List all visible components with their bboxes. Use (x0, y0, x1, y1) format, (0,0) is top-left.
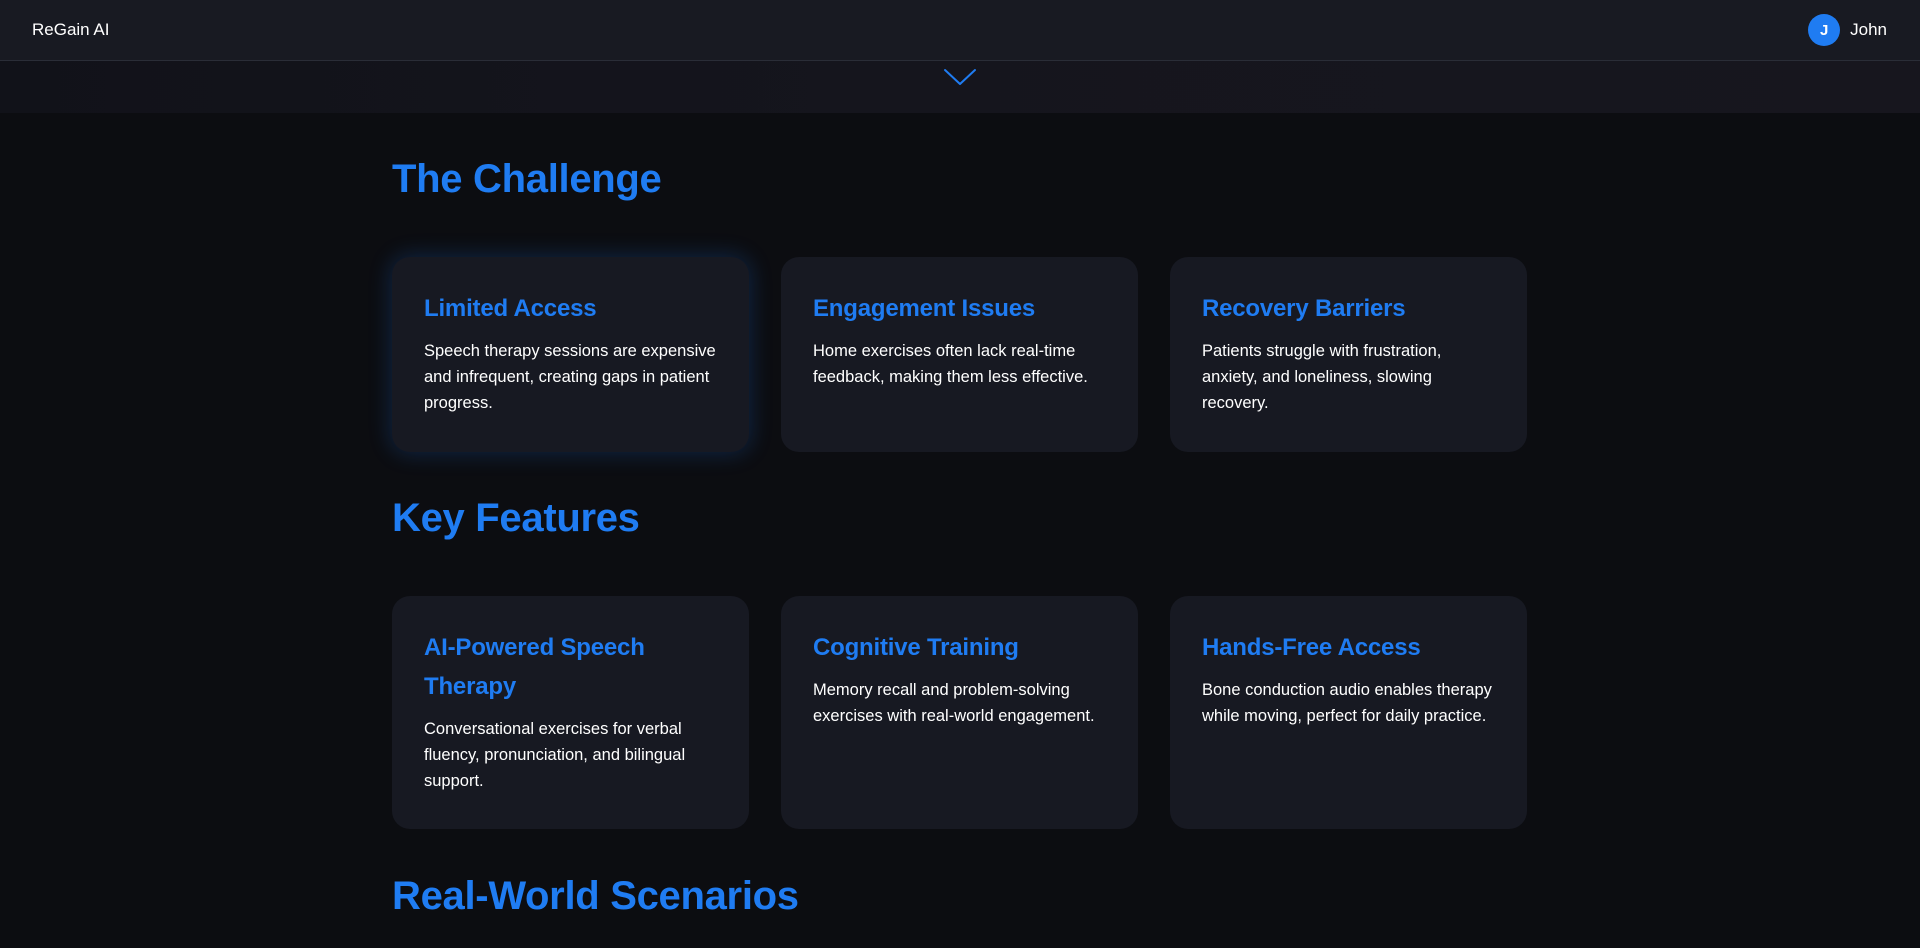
feature-cards: AI-Powered Speech Therapy Conversational… (392, 596, 1527, 829)
user-menu[interactable]: J John (1808, 14, 1888, 46)
card-text: Speech therapy sessions are expensive an… (424, 342, 716, 412)
chevron-down-icon[interactable] (943, 67, 977, 87)
brand-logo[interactable]: ReGain AI (32, 20, 110, 40)
card-text: Home exercises often lack real-time feed… (813, 342, 1088, 386)
section-title-challenge: The Challenge (392, 157, 662, 201)
challenge-card-recovery-barriers: Recovery Barriers Patients struggle with… (1170, 257, 1527, 452)
feature-card-speech-therapy: AI-Powered Speech Therapy Conversational… (392, 596, 749, 829)
card-text: Memory recall and problem-solving exerci… (813, 681, 1095, 725)
card-text: Bone conduction audio enables therapy wh… (1202, 681, 1492, 725)
card-title: AI-Powered Speech Therapy (424, 634, 645, 700)
card-text: Conversational exercises for verbal flue… (424, 720, 686, 790)
challenge-card-limited-access: Limited Access Speech therapy sessions a… (392, 257, 749, 452)
feature-card-hands-free: Hands-Free Access Bone conduction audio … (1170, 596, 1527, 829)
user-name[interactable]: John (1850, 20, 1887, 40)
card-title: Limited Access (424, 295, 597, 322)
challenge-card-engagement-issues: Engagement Issues Home exercises often l… (781, 257, 1138, 452)
card-title: Cognitive Training (813, 634, 1019, 661)
card-text: Patients struggle with frustration, anxi… (1202, 342, 1442, 412)
card-title: Hands-Free Access (1202, 634, 1421, 661)
challenge-cards: Limited Access Speech therapy sessions a… (392, 257, 1527, 452)
feature-card-cognitive-training: Cognitive Training Memory recall and pro… (781, 596, 1138, 829)
section-title-scenarios: Real-World Scenarios (392, 874, 799, 918)
card-title: Engagement Issues (813, 295, 1036, 322)
top-navbar: ReGain AI J John (0, 0, 1920, 61)
card-title: Recovery Barriers (1202, 295, 1406, 322)
section-title-features: Key Features (392, 496, 640, 540)
avatar[interactable]: J (1808, 14, 1841, 46)
